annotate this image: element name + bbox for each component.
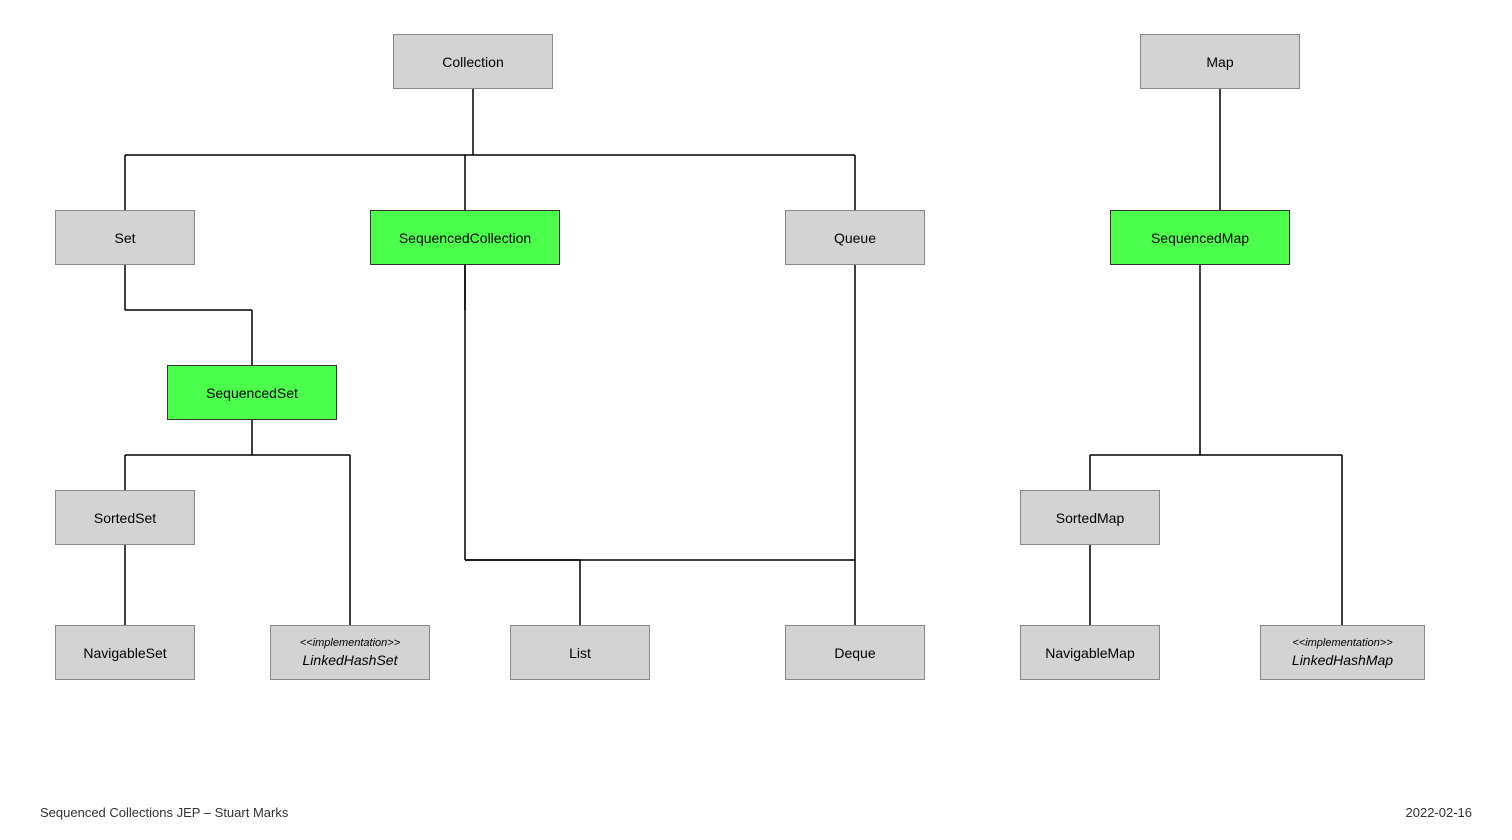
navigable-map-label: NavigableMap [1045, 645, 1135, 661]
deque-label: Deque [834, 645, 875, 661]
collection-node: Collection [393, 34, 553, 89]
sorted-set-node: SortedSet [55, 490, 195, 545]
sequenced-collection-node: SequencedCollection [370, 210, 560, 265]
sequenced-map-node: SequencedMap [1110, 210, 1290, 265]
queue-label: Queue [834, 230, 876, 246]
queue-node: Queue [785, 210, 925, 265]
set-label: Set [114, 230, 135, 246]
linked-hash-set-node: <<implementation>> LinkedHashSet [270, 625, 430, 680]
sequenced-map-label: SequencedMap [1151, 230, 1249, 246]
sequenced-set-label: SequencedSet [206, 385, 298, 401]
linked-hash-set-label: LinkedHashSet [303, 652, 398, 668]
linked-hash-map-node: <<implementation>> LinkedHashMap [1260, 625, 1425, 680]
sequenced-collection-label: SequencedCollection [399, 230, 531, 246]
navigable-set-node: NavigableSet [55, 625, 195, 680]
footer-right-text: 2022-02-16 [1406, 805, 1473, 820]
collection-label: Collection [442, 54, 503, 70]
linked-hash-set-impl-label: <<implementation>> [300, 636, 400, 650]
footer-left: Sequenced Collections JEP – Stuart Marks [40, 805, 288, 820]
diagram-container: Collection Set SequencedCollection Queue… [0, 0, 1512, 800]
linked-hash-map-label: LinkedHashMap [1292, 652, 1393, 668]
deque-node: Deque [785, 625, 925, 680]
sorted-map-node: SortedMap [1020, 490, 1160, 545]
footer-left-text: Sequenced Collections JEP – Stuart Marks [40, 805, 288, 820]
map-node: Map [1140, 34, 1300, 89]
map-label: Map [1206, 54, 1233, 70]
list-label: List [569, 645, 591, 661]
navigable-set-label: NavigableSet [83, 645, 166, 661]
list-node: List [510, 625, 650, 680]
navigable-map-node: NavigableMap [1020, 625, 1160, 680]
sorted-set-label: SortedSet [94, 510, 156, 526]
set-node: Set [55, 210, 195, 265]
sorted-map-label: SortedMap [1056, 510, 1124, 526]
sequenced-set-node: SequencedSet [167, 365, 337, 420]
linked-hash-map-impl-label: <<implementation>> [1292, 636, 1393, 650]
footer-right: 2022-02-16 [1406, 805, 1473, 820]
